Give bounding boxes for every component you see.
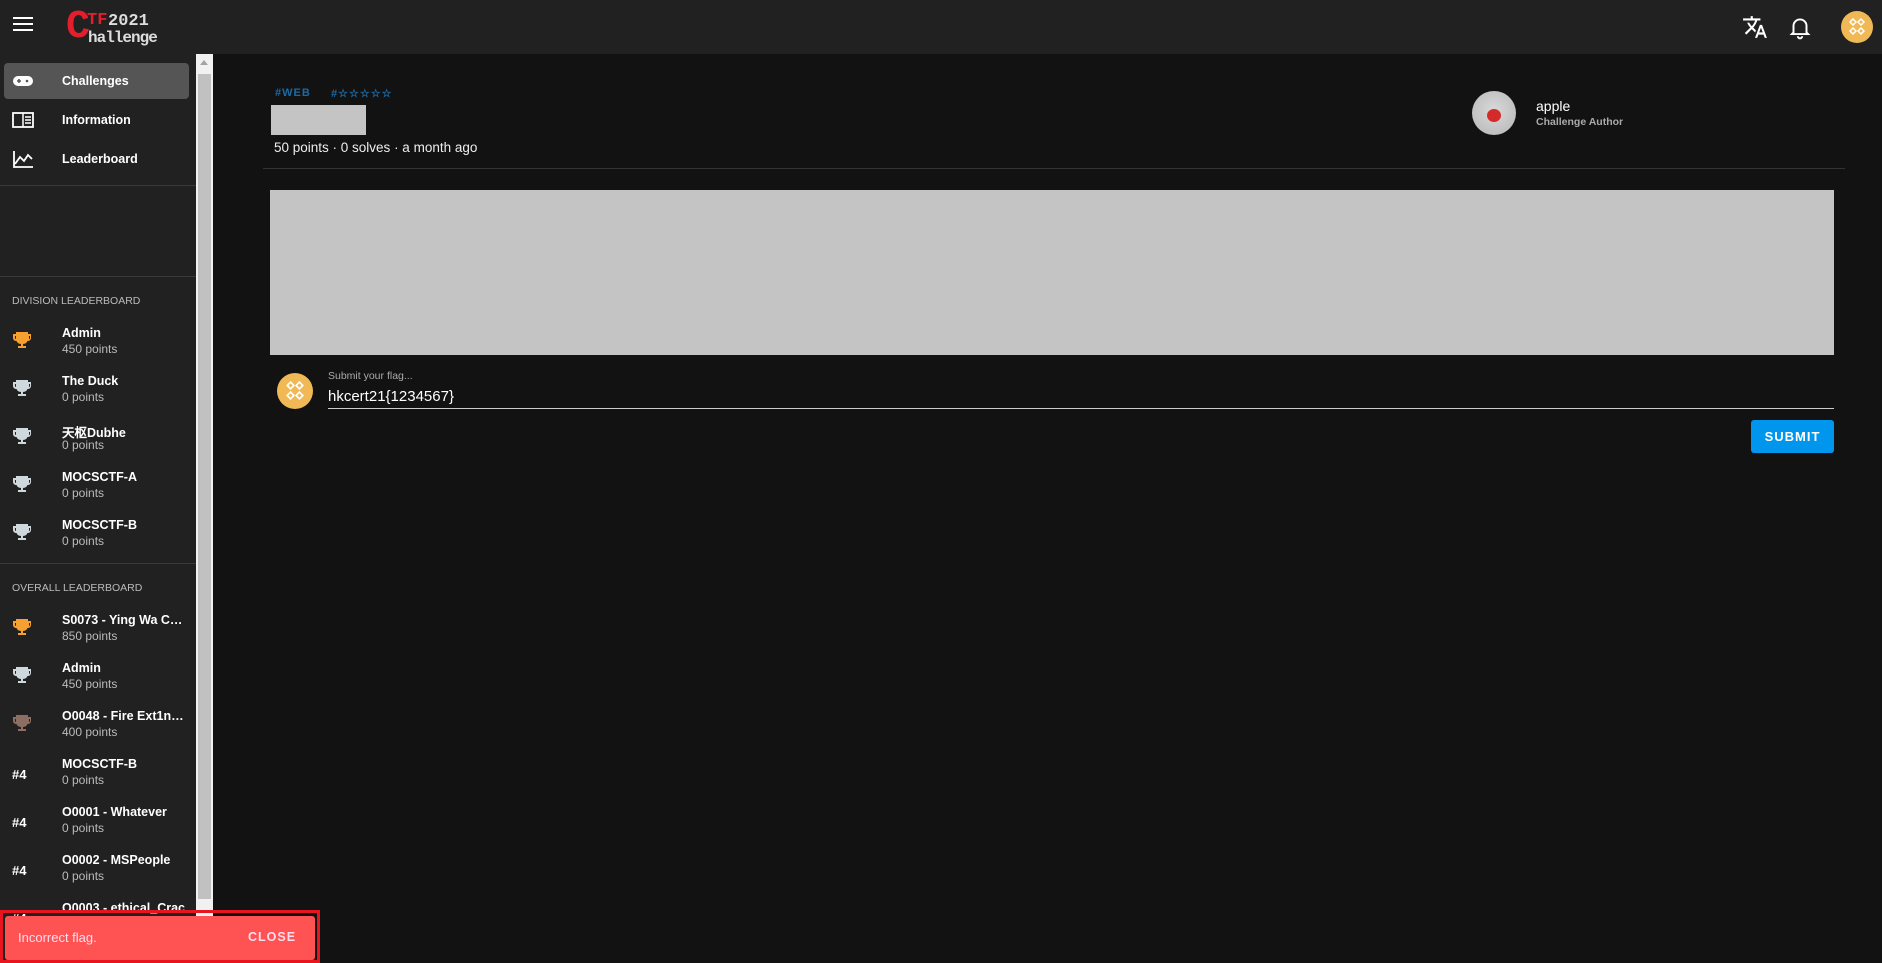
team-name: O0001 - Whatever (62, 805, 167, 819)
difficulty-tag[interactable]: #☆☆☆☆☆ (331, 87, 392, 100)
user-avatar[interactable] (1841, 11, 1873, 43)
trophy-silver-icon (12, 426, 32, 446)
team-name: O0048 - Fire Ext1ngu... (62, 709, 188, 723)
translate-icon[interactable] (1742, 14, 1768, 40)
sidebar-item-challenges[interactable]: Challenges (4, 63, 189, 99)
sidebar-scrollbar[interactable] (196, 54, 213, 963)
challenge-meta: 50 points · 0 solves · a month ago (274, 140, 478, 155)
trophy-silver-icon (12, 522, 32, 542)
snackbar-message: Incorrect flag. (18, 930, 97, 945)
trophy-silver-icon (12, 474, 32, 494)
rank-label: #4 (12, 767, 27, 782)
team-points: 0 points (62, 438, 105, 452)
category-tag[interactable]: #WEB (275, 87, 311, 99)
sidebar-item-label: Information (62, 113, 131, 127)
error-snackbar: Incorrect flag. CLOSE (5, 916, 315, 960)
sidebar-item-label: Leaderboard (62, 152, 138, 166)
leaderboard-entry[interactable]: #4 MOCSCTF-B 0 points (0, 754, 196, 798)
leaderboard-entry[interactable]: O0048 - Fire Ext1ngu... 400 points (0, 706, 196, 750)
team-points: 0 points (62, 534, 105, 548)
leaderboard-entry[interactable]: MOCSCTF-A 0 points (0, 467, 196, 511)
sidebar: Challenges Information Leaderboard DIVIS… (0, 54, 196, 963)
team-name: O0002 - MSPeople (62, 853, 171, 867)
chart-icon (13, 151, 33, 168)
team-name: MOCSCTF-B (62, 757, 137, 771)
user-avatar (277, 373, 313, 409)
close-button[interactable]: CLOSE (248, 930, 296, 944)
trophy-bronze-icon (12, 713, 32, 733)
trophy-gold-icon (12, 330, 32, 350)
gamepad-icon (13, 76, 33, 86)
team-points: 0 points (62, 773, 105, 787)
divider (0, 563, 196, 564)
leaderboard-entry[interactable]: MOCSCTF-B 0 points (0, 515, 196, 559)
team-name: S0073 - Ying Wa Coll... (62, 613, 188, 627)
team-name: Admin (62, 661, 101, 675)
scrollbar-thumb[interactable] (198, 74, 211, 899)
rank-label: #4 (12, 815, 27, 830)
team-name: MOCSCTF-B (62, 518, 137, 532)
leaderboard-entry[interactable]: #4 O0002 - MSPeople 0 points (0, 850, 196, 894)
division-leaderboard-title: DIVISION LEADERBOARD (12, 295, 141, 307)
apple-icon (1487, 108, 1501, 122)
author-avatar[interactable] (1472, 91, 1516, 135)
team-points: 450 points (62, 677, 118, 691)
top-app-bar: C TF 2021 hallenge (0, 0, 1882, 54)
flag-input[interactable] (328, 385, 1834, 409)
team-points: 0 points (62, 869, 105, 883)
challenge-description-redacted (270, 190, 1834, 355)
divider (263, 168, 1845, 169)
team-points: 0 points (62, 821, 105, 835)
leaderboard-entry[interactable]: S0073 - Ying Wa Coll... 850 points (0, 610, 196, 654)
team-points: 0 points (62, 390, 105, 404)
bell-icon[interactable] (1787, 14, 1813, 40)
team-name: MOCSCTF-A (62, 470, 137, 484)
author-role: Challenge Author (1536, 116, 1624, 128)
team-points: 0 points (62, 486, 105, 500)
book-icon (12, 112, 34, 128)
team-name: Admin (62, 326, 101, 340)
submit-button[interactable]: SUBMIT (1751, 420, 1834, 453)
sidebar-item-information[interactable]: Information (4, 102, 189, 138)
team-name: The Duck (62, 374, 119, 388)
ctf-logo[interactable]: C TF 2021 hallenge (66, 8, 158, 48)
divider (0, 185, 196, 186)
trophy-silver-icon (12, 378, 32, 398)
trophy-gold-icon (12, 617, 32, 637)
flag-input-label: Submit your flag... (328, 370, 413, 382)
divider (0, 276, 196, 277)
rank-label: #4 (12, 863, 27, 878)
leaderboard-entry[interactable]: 天枢Dubhe 0 points (0, 419, 196, 463)
sidebar-item-leaderboard[interactable]: Leaderboard (4, 141, 189, 177)
team-points: 850 points (62, 629, 118, 643)
leaderboard-entry[interactable]: The Duck 0 points (0, 371, 196, 415)
overall-leaderboard-title: OVERALL LEADERBOARD (12, 582, 143, 594)
challenge-title-redacted (271, 105, 366, 135)
team-points: 450 points (62, 342, 118, 356)
leaderboard-entry[interactable]: Admin 450 points (0, 323, 196, 367)
leaderboard-entry[interactable]: #4 O0001 - Whatever 0 points (0, 802, 196, 846)
sidebar-item-label: Challenges (62, 74, 129, 88)
author-name: apple (1536, 98, 1571, 114)
menu-icon[interactable] (13, 17, 33, 33)
scroll-up-arrow[interactable] (200, 60, 208, 65)
leaderboard-entry[interactable]: Admin 450 points (0, 658, 196, 702)
team-points: 400 points (62, 725, 118, 739)
trophy-silver-icon (12, 665, 32, 685)
